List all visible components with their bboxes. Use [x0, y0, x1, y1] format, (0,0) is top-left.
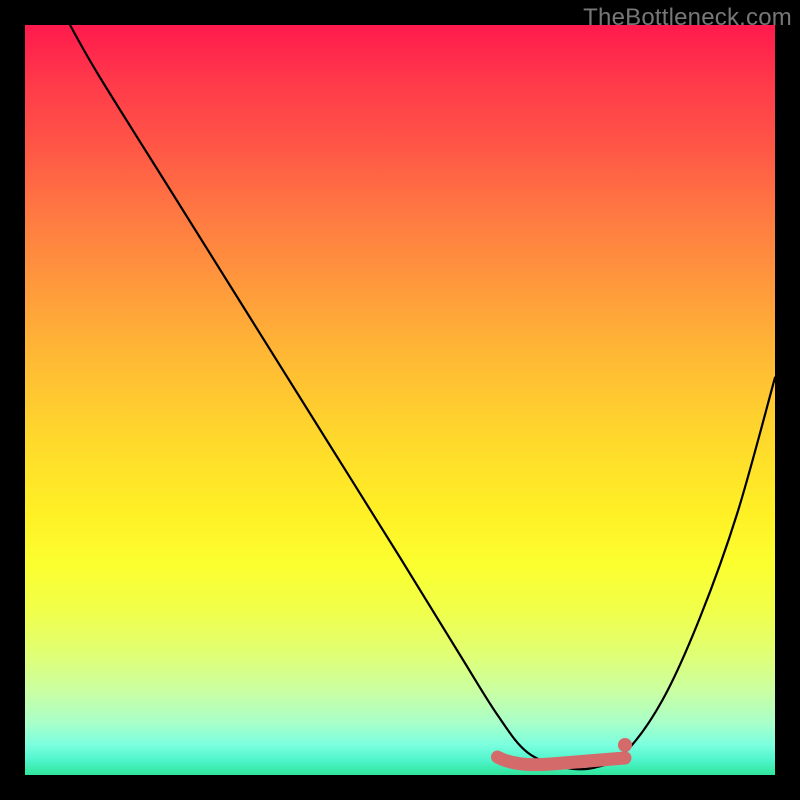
watermark-text: TheBottleneck.com: [583, 4, 792, 32]
bottleneck-curve: [70, 25, 775, 769]
chart-svg: [25, 25, 775, 775]
chart-frame: TheBottleneck.com: [0, 0, 800, 800]
sweet-spot-marker: [618, 738, 632, 752]
plot-background-gradient: [25, 25, 775, 775]
sweet-spot-band: [498, 757, 626, 765]
